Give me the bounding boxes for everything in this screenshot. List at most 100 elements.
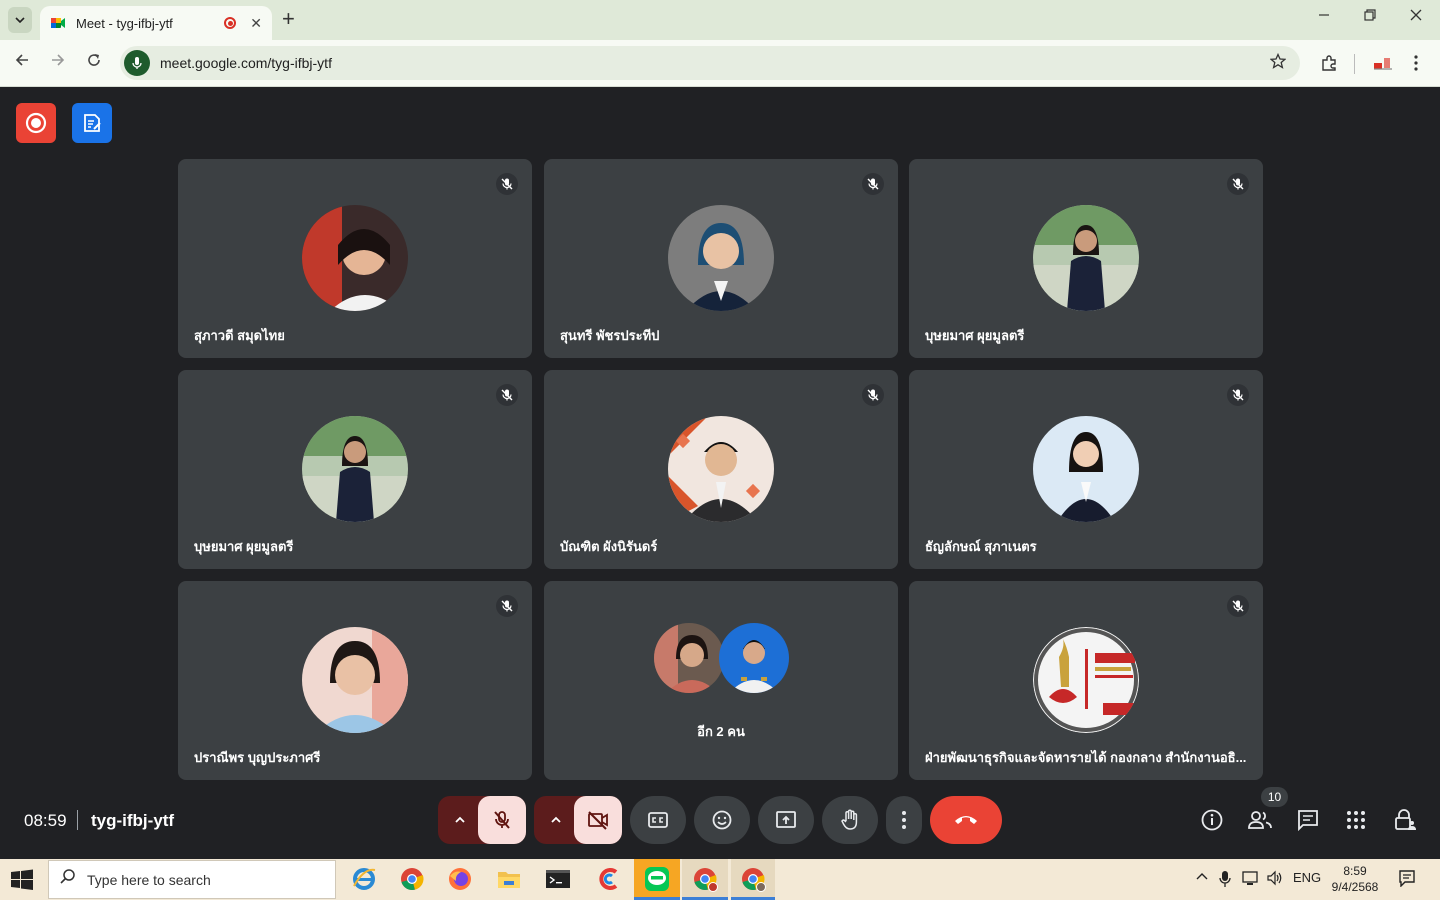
arrow-left-icon: [15, 54, 28, 66]
chrome-icon[interactable]: [398, 865, 426, 893]
clock-date: 9/4/2568: [1331, 880, 1379, 894]
participant-name: บัณฑิต ผังนิรันดร์: [560, 539, 658, 554]
browser-tab-strip: Meet - tyg-ifbj-ytf ✕ +: [0, 0, 1440, 40]
extensions-icon[interactable]: [1320, 54, 1338, 77]
more-vertical-icon: [902, 811, 906, 829]
chat-button[interactable]: [1293, 805, 1323, 835]
take-notes-button[interactable]: [72, 103, 112, 143]
participant-tile[interactable]: บุษยมาศ ผุยมูลตรี: [178, 370, 532, 569]
meeting-details-button[interactable]: [1197, 805, 1227, 835]
taskbar-clock[interactable]: 8:59 9/4/2568: [1330, 863, 1380, 895]
address-bar[interactable]: meet.google.com/tyg-ifbj-ytf: [120, 46, 1300, 80]
restore-icon: [1364, 9, 1376, 21]
line-icon[interactable]: [643, 865, 671, 893]
mic-muted-icon: [862, 173, 884, 195]
participant-tile[interactable]: ปราณีพร บุญประภาศรี: [178, 581, 532, 780]
url-text: meet.google.com/tyg-ifbj-ytf: [160, 55, 332, 71]
participant-tile[interactable]: ธัญลักษณ์ สุภาเนตร: [909, 370, 1263, 569]
notes-icon: [84, 114, 101, 132]
new-tab-button[interactable]: +: [282, 8, 295, 30]
participant-avatar: [302, 205, 408, 311]
chevron-up-icon: [551, 816, 561, 823]
minimize-button[interactable]: [1318, 8, 1330, 26]
browser-toolbar: meet.google.com/tyg-ifbj-ytf: [0, 40, 1440, 87]
participant-group-tile[interactable]: อีก 2 คน: [544, 581, 898, 780]
chrome-profile-2-icon[interactable]: [739, 865, 767, 893]
back-button[interactable]: [14, 52, 30, 73]
microphone-toggle-button[interactable]: [478, 796, 526, 844]
meeting-code: tyg-ifbj-ytf: [91, 811, 175, 830]
bookmark-star-icon[interactable]: [1269, 52, 1287, 74]
participant-name: ฝ่ายพัฒนาธุรกิจและจัดหารายได้ กองกลาง สำ…: [925, 750, 1247, 765]
participant-avatar: [654, 623, 724, 693]
participant-tile[interactable]: บุษยมาศ ผุยมูลตรี: [909, 159, 1263, 358]
browser-tab-meet[interactable]: Meet - tyg-ifbj-ytf ✕: [40, 6, 272, 40]
notifications-icon[interactable]: [1398, 869, 1416, 890]
lock-person-icon: [1395, 809, 1416, 830]
start-button[interactable]: [10, 869, 34, 891]
audio-settings-button[interactable]: [452, 812, 468, 833]
tab-search-button[interactable]: [8, 7, 32, 33]
show-hidden-icons-button[interactable]: [1195, 870, 1209, 887]
file-explorer-icon[interactable]: [495, 865, 523, 893]
taskbar-search-box[interactable]: Type here to search: [48, 860, 336, 899]
participant-name: ปราณีพร บุญประภาศรี: [194, 750, 321, 765]
participant-tile[interactable]: ฝ่ายพัฒนาธุรกิจและจัดหารายได้ กองกลาง สำ…: [909, 581, 1263, 780]
participant-avatar: [668, 416, 774, 522]
close-window-button[interactable]: [1410, 8, 1422, 26]
chevron-down-icon: [15, 17, 25, 23]
info-icon: [1201, 809, 1223, 831]
recording-button[interactable]: [16, 103, 56, 143]
arrow-right-icon: [52, 54, 65, 66]
participant-name: บุษยมาศ ผุยมูลตรี: [194, 539, 294, 554]
mic-muted-icon: [1227, 173, 1249, 195]
volume-icon[interactable]: [1266, 870, 1284, 889]
participant-name: สุภาวดี สมุดไทย: [194, 328, 285, 343]
microphone-tray-icon[interactable]: [1219, 870, 1231, 891]
present-icon: [776, 811, 796, 828]
reactions-button[interactable]: [694, 796, 750, 844]
restore-button[interactable]: [1364, 8, 1376, 26]
participant-tile[interactable]: สุนทรี พัชรประทีป: [544, 159, 898, 358]
toolbar-divider: [1354, 54, 1355, 74]
more-participants-label: อีก 2 คน: [697, 724, 745, 739]
closed-captions-icon: [648, 812, 668, 828]
browser-menu-icon[interactable]: [1413, 54, 1419, 77]
camera-toggle-button[interactable]: [574, 796, 622, 844]
microphone-in-use-icon[interactable]: [124, 50, 150, 76]
captions-button[interactable]: [630, 796, 686, 844]
terminal-icon[interactable]: [544, 865, 572, 893]
close-icon: [1410, 9, 1422, 21]
profile-avatar[interactable]: [1372, 54, 1394, 77]
activities-button[interactable]: [1341, 805, 1371, 835]
apps-grid-icon: [1347, 811, 1365, 829]
input-language[interactable]: ENG: [1293, 870, 1321, 885]
search-icon: [59, 868, 77, 891]
reload-button[interactable]: [86, 52, 102, 73]
present-screen-button[interactable]: [758, 796, 814, 844]
tab-title: Meet - tyg-ifbj-ytf: [76, 15, 173, 31]
leave-call-button[interactable]: [930, 796, 1002, 844]
participant-avatar: [302, 416, 408, 522]
more-options-button[interactable]: [886, 796, 922, 844]
firefox-icon[interactable]: [446, 865, 474, 893]
people-button[interactable]: [1245, 805, 1275, 835]
video-settings-button[interactable]: [548, 812, 564, 833]
mic-muted-icon: [862, 384, 884, 406]
host-controls-button[interactable]: [1390, 805, 1420, 835]
tab-close-button[interactable]: ✕: [250, 15, 262, 32]
participant-tile[interactable]: บัณฑิต ผังนิรันดร์: [544, 370, 898, 569]
mic-off-icon: [494, 811, 510, 829]
forward-button[interactable]: [50, 52, 66, 73]
mic-muted-icon: [1227, 384, 1249, 406]
network-icon[interactable]: [1242, 870, 1260, 889]
participant-avatar: [719, 623, 789, 693]
ccleaner-icon[interactable]: [595, 865, 623, 893]
hang-up-icon: [955, 816, 977, 824]
participant-tile[interactable]: สุภาวดี สมุดไทย: [178, 159, 532, 358]
raise-hand-button[interactable]: [822, 796, 878, 844]
participant-avatar: [302, 627, 408, 733]
internet-explorer-icon[interactable]: [350, 865, 378, 893]
chrome-profile-icon[interactable]: [691, 865, 719, 893]
participant-avatar: [1033, 416, 1139, 522]
